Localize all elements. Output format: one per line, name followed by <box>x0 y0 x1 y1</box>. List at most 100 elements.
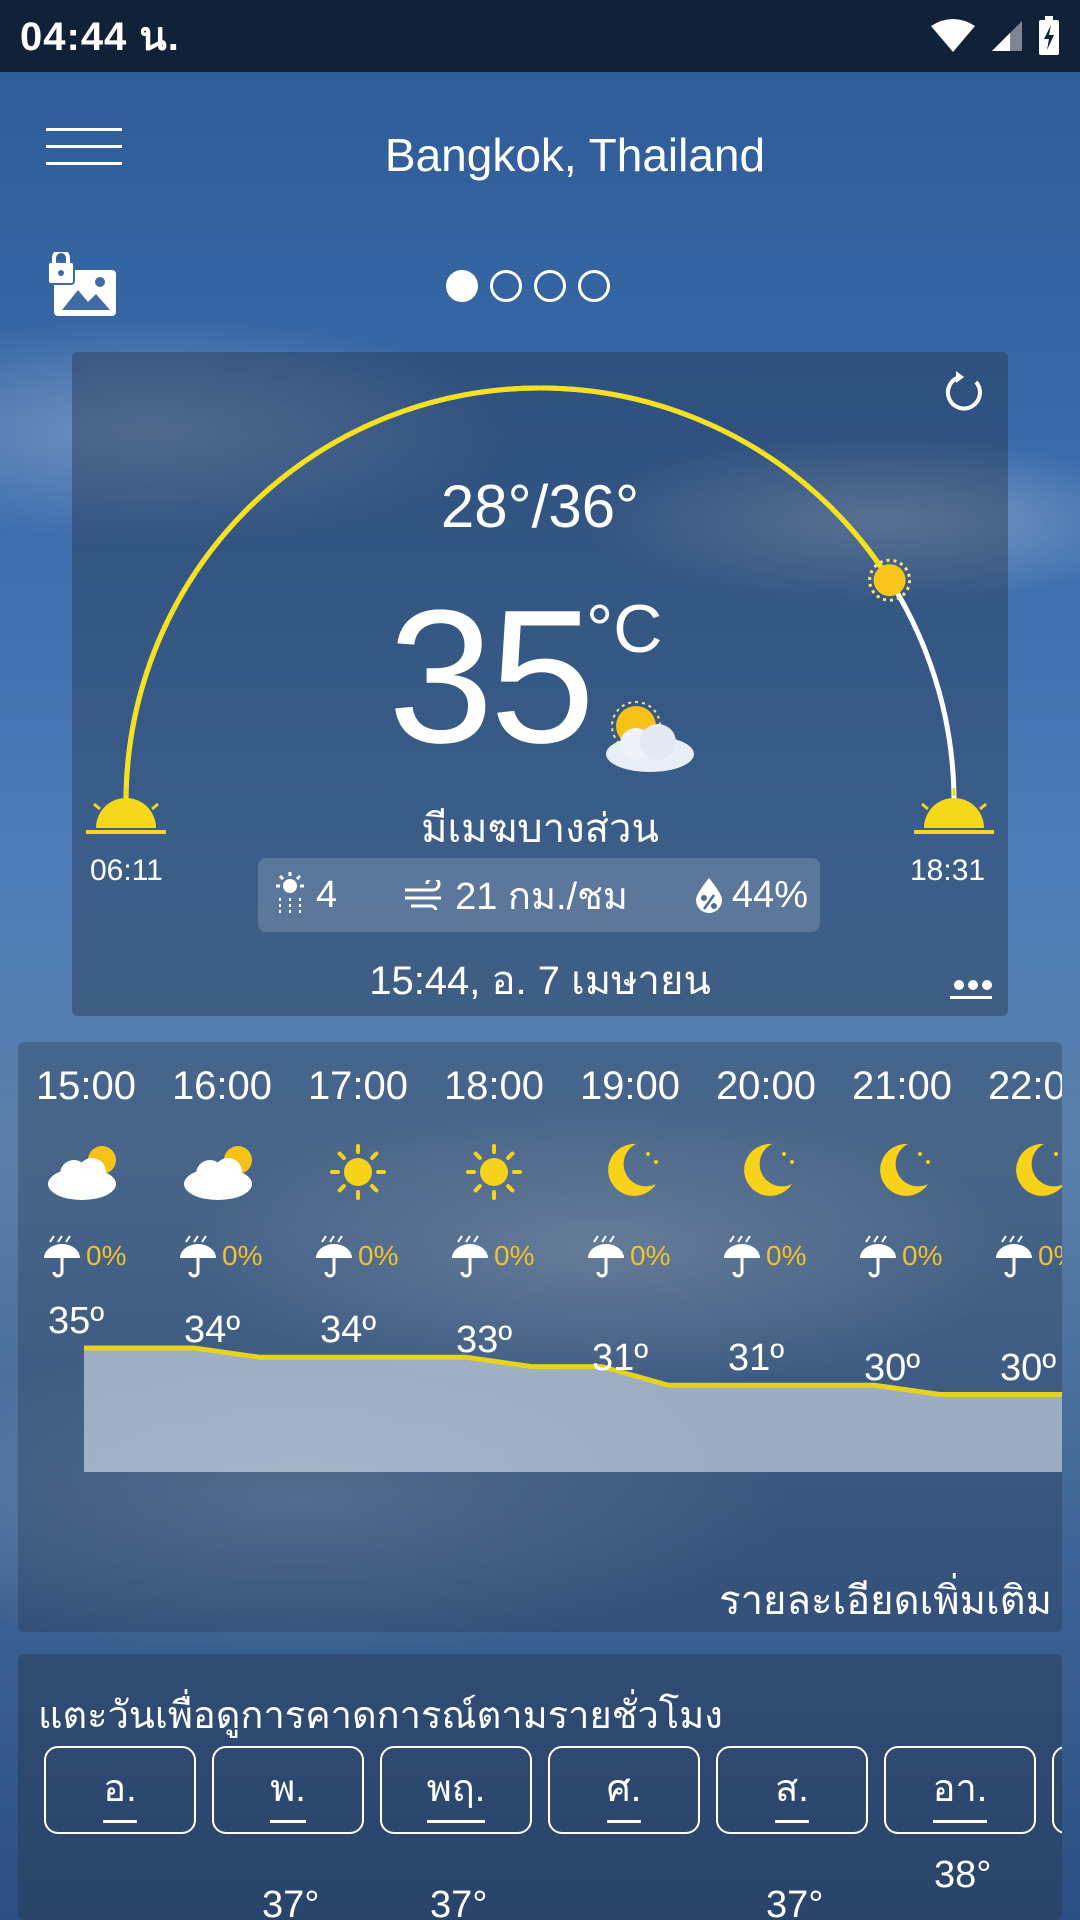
hour-time: 18:00 <box>443 1064 545 1108</box>
umbrella-rain-icon <box>180 1235 216 1278</box>
hour-time: 19:00 <box>579 1064 681 1108</box>
wind-stat: 21 กม./ชม <box>403 865 628 926</box>
rain-chance: 0% <box>584 1234 670 1278</box>
sunrise-time: 06:11 <box>90 854 163 887</box>
hour-temp: 31º <box>728 1337 785 1380</box>
hour-temp: 35º <box>48 1300 105 1342</box>
battery-charging-icon <box>1039 16 1059 55</box>
day-tab-label: ศ. <box>606 1757 642 1823</box>
hour-time: 20:00 <box>715 1064 817 1108</box>
rain-chance: 0% <box>856 1234 942 1278</box>
page-indicator[interactable] <box>446 270 610 302</box>
weather-stats-bar: 4 21 กม./ชม 44% <box>258 858 820 932</box>
rain-chance-value: 0% <box>494 1240 535 1271</box>
page-dot-4[interactable] <box>578 270 610 302</box>
more-dot <box>982 980 992 990</box>
hour-temp: 34º <box>184 1309 241 1352</box>
day-high-temp: 37° <box>262 1884 320 1920</box>
menu-line <box>46 145 122 148</box>
menu-button[interactable] <box>46 128 122 184</box>
uv-stat: 4 <box>272 872 337 918</box>
page-dot-3[interactable] <box>534 270 566 302</box>
humidity-stat: 44% <box>694 874 808 917</box>
day-high-temp: 37° <box>430 1884 488 1920</box>
day-tab-label: พ. <box>270 1757 306 1823</box>
hourly-forecast-card[interactable]: 15:00 0% 35º 16:00 0% 34º 17:00 0% 34º 18:00 0% 33º… <box>18 1042 1062 1632</box>
sun-icon <box>466 1144 522 1200</box>
menu-line <box>46 128 122 131</box>
umbrella-rain-icon <box>44 1235 80 1278</box>
more-options-underline <box>950 996 992 999</box>
hour-time: 16:00 <box>171 1064 273 1108</box>
hourly-list[interactable]: 15:00 0% 35º 16:00 0% 34º 17:00 0% 34º 18:00 0% 33º… <box>18 1042 1062 1512</box>
city-title[interactable]: Bangkok, Thailand <box>280 128 870 182</box>
current-weather-card[interactable]: 28°/36° 35 °C มีเมฆบางส่วน 06:11 18:31 4 <box>72 352 1008 1016</box>
rain-chance: 0% <box>176 1234 262 1278</box>
umbrella-rain-icon <box>996 1235 1032 1278</box>
low-high-temp: 28°/36° <box>440 473 640 540</box>
rain-chance: 0% <box>40 1234 126 1278</box>
day-tab[interactable]: ส. <box>716 1746 868 1834</box>
signal-icon <box>992 21 1022 51</box>
hour-time: 17:00 <box>307 1064 409 1108</box>
rain-chance-value: 0% <box>902 1240 943 1271</box>
moon-icon <box>744 1143 794 1196</box>
hour-time: 22:00 <box>987 1064 1062 1108</box>
rain-chance: 0% <box>992 1234 1062 1278</box>
umbrella-rain-icon <box>452 1235 488 1278</box>
rain-chance-value: 0% <box>358 1240 399 1271</box>
page-dot-1[interactable] <box>446 270 478 302</box>
status-time: 04:44 น. <box>20 15 180 59</box>
day-tab-label: พฤ. <box>426 1757 486 1823</box>
hour-temp: 30º <box>1000 1346 1057 1389</box>
more-options-icon[interactable] <box>954 980 992 990</box>
hour-temp: 34º <box>320 1309 377 1352</box>
day-tab[interactable]: พฤ. <box>380 1746 532 1834</box>
daily-forecast-card: แตะวันเพื่อดูการคาดการณ์ตามรายชั่วโมง อ.… <box>18 1654 1062 1920</box>
wind-value: 21 กม./ชม <box>455 875 628 918</box>
uv-value: 4 <box>316 873 338 916</box>
refresh-icon[interactable] <box>938 368 988 418</box>
system-icons <box>930 16 1060 56</box>
umbrella-rain-icon <box>316 1235 352 1278</box>
hour-time: 21:00 <box>851 1064 953 1108</box>
day-tab[interactable]: อา. <box>884 1746 1036 1834</box>
rain-chance: 0% <box>720 1234 806 1278</box>
day-tab[interactable]: อ. <box>44 1746 196 1834</box>
page-dot-2[interactable] <box>490 270 522 302</box>
day-tab-label: อา. <box>932 1757 988 1823</box>
moon-icon <box>880 1143 930 1196</box>
moon-icon <box>608 1143 658 1196</box>
uv-icon <box>276 872 304 916</box>
sunset-time: 18:31 <box>910 854 986 887</box>
wind-icon <box>405 880 442 910</box>
wallpaper-lock-icon[interactable] <box>48 252 120 320</box>
rain-chance-value: 0% <box>222 1240 263 1271</box>
day-tab-label: ส. <box>775 1757 809 1823</box>
hour-temp: 30º <box>864 1346 921 1389</box>
day-high-temp: 37° <box>766 1884 824 1920</box>
day-high-temp: 38° <box>934 1854 992 1896</box>
more-details-link[interactable]: รายละเอียดเพิ่มเติม <box>719 1568 1052 1632</box>
day-tab[interactable]: พ. <box>212 1746 364 1834</box>
rain-chance-value: 0% <box>1038 1240 1062 1271</box>
temp-unit[interactable]: °C <box>586 590 662 668</box>
day-tab-next[interactable] <box>1052 1746 1062 1834</box>
partly-cloudy-icon <box>48 1146 116 1200</box>
moon-icon <box>1016 1143 1062 1196</box>
day-tab[interactable]: ศ. <box>548 1746 700 1834</box>
humidity-icon <box>695 878 722 913</box>
umbrella-rain-icon <box>860 1235 896 1278</box>
status-bar: 04:44 น. <box>0 0 1080 72</box>
hour-temp: 33º <box>456 1318 513 1361</box>
current-datetime: 15:44, อ. 7 เมษายน <box>369 959 711 1003</box>
hour-time: 15:00 <box>35 1064 137 1108</box>
partly-cloudy-icon <box>184 1146 252 1200</box>
umbrella-rain-icon <box>588 1235 624 1278</box>
hour-temp: 31º <box>592 1337 649 1380</box>
humidity-value: 44% <box>731 873 808 916</box>
rain-chance: 0% <box>312 1234 398 1278</box>
rain-chance: 0% <box>448 1234 534 1278</box>
daily-hint-text: แตะวันเพื่อดูการคาดการณ์ตามรายชั่วโมง <box>38 1695 723 1737</box>
more-dot <box>968 980 978 990</box>
